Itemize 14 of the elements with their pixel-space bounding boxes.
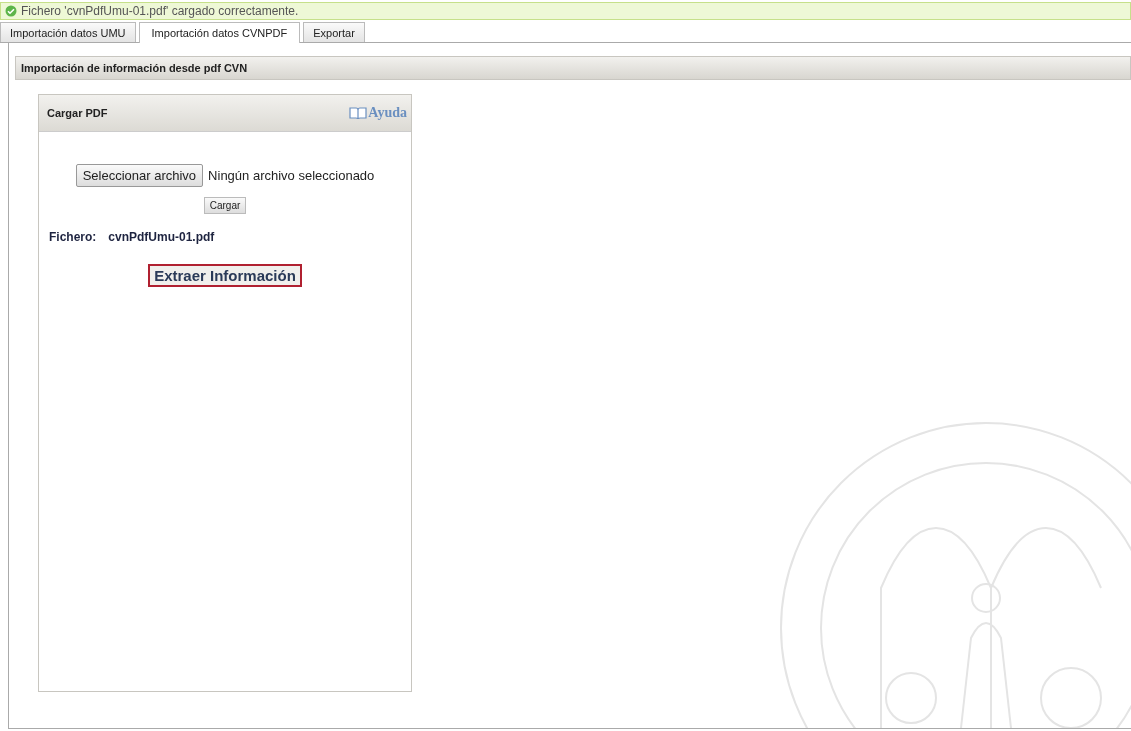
tab[interactable]: Importación datos CVNPDF bbox=[138, 22, 301, 43]
tab[interactable]: Importación datos UMU bbox=[0, 22, 136, 42]
file-label: Fichero: bbox=[49, 230, 97, 244]
extract-button[interactable]: Extraer Información bbox=[148, 264, 302, 287]
message-text: Fichero 'cvnPdfUmu-01.pdf' cargado correctamente. bbox=[21, 4, 299, 18]
check-icon bbox=[5, 5, 17, 17]
tab[interactable]: Exportar bbox=[303, 22, 365, 42]
file-name: cvnPdfUmu-01.pdf bbox=[108, 230, 215, 244]
panel-header: Importación de información desde pdf CVN bbox=[15, 56, 1131, 80]
upload-button[interactable]: Cargar bbox=[203, 197, 247, 214]
card-title: Cargar PDF bbox=[47, 107, 108, 119]
file-button[interactable]: Seleccionar archivo bbox=[75, 164, 204, 187]
file-status: Ningún archivo seleccionado bbox=[208, 168, 375, 183]
book-icon bbox=[349, 106, 368, 120]
